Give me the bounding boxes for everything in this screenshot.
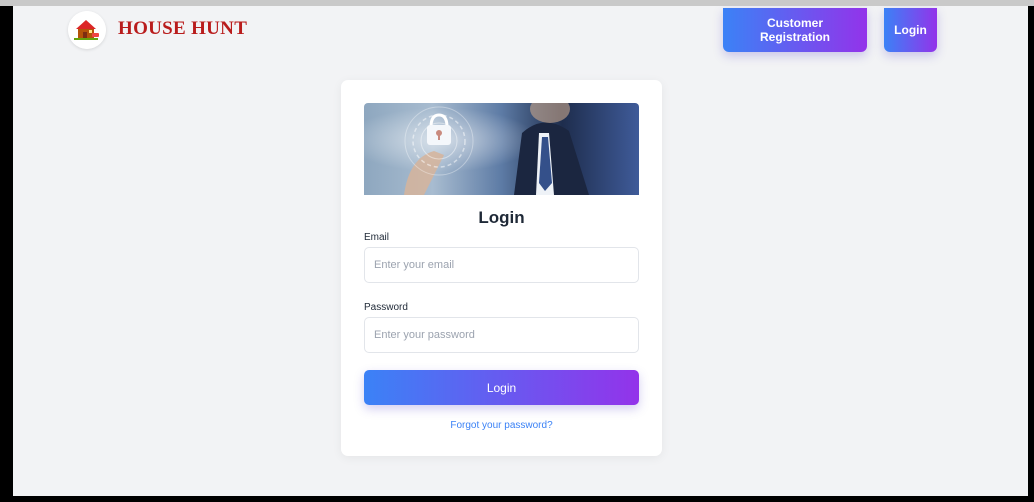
- email-input[interactable]: [364, 247, 639, 283]
- password-input[interactable]: [364, 317, 639, 353]
- brand-name: HOUSE HUNT: [118, 18, 248, 39]
- customer-registration-button[interactable]: Customer Registration: [723, 8, 867, 52]
- email-label: Email: [364, 232, 390, 243]
- password-label: Password: [364, 302, 408, 313]
- house-logo-icon[interactable]: [68, 11, 106, 49]
- login-title: Login: [478, 208, 525, 227]
- padlock-fingerprint-image: [364, 103, 639, 195]
- forgot-password-link[interactable]: Forgot your password?: [341, 420, 662, 431]
- page-viewport: HOUSE HUNT Customer Registration Login L…: [13, 6, 1028, 496]
- login-submit-button[interactable]: Login: [364, 370, 639, 405]
- nav-login-button[interactable]: Login: [884, 8, 937, 52]
- login-card: Login Email Password Login Forgot your p…: [341, 80, 662, 456]
